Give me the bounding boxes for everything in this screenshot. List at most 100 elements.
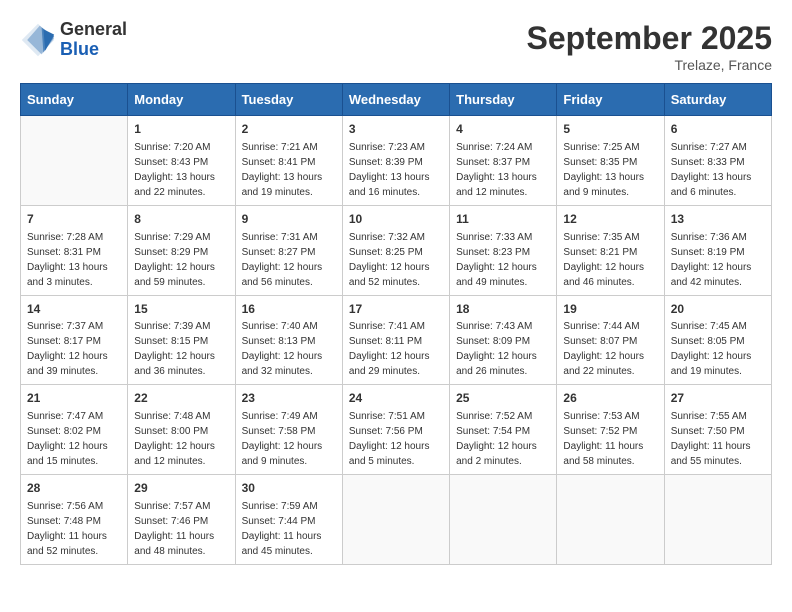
day-info: Sunrise: 7:31 AMSunset: 8:27 PMDaylight:… (242, 230, 336, 290)
calendar-cell: 29 Sunrise: 7:57 AMSunset: 7:46 PMDayligh… (128, 475, 235, 565)
calendar-cell: 10Sunrise: 7:32 AMSunset: 8:25 PMDayligh… (342, 205, 449, 295)
day-number: 21 (27, 390, 121, 407)
calendar-cell: 7 Sunrise: 7:28 AMSunset: 8:31 PMDaylight… (21, 205, 128, 295)
day-number: 3 (349, 121, 443, 138)
calendar-cell: 30 Sunrise: 7:59 AMSunset: 7:44 PMDayligh… (235, 475, 342, 565)
day-header-monday: Monday (128, 84, 235, 116)
calendar-cell: 12 Sunrise: 7:35 AMSunset: 8:21 PMDayligh… (557, 205, 664, 295)
day-number: 25 (456, 390, 550, 407)
calendar-cell: 11 Sunrise: 7:33 AMSunset: 8:23 PMDayligh… (450, 205, 557, 295)
day-number: 23 (242, 390, 336, 407)
calendar-cell: 27 Sunrise: 7:55 AMSunset: 7:50 PMDayligh… (664, 385, 771, 475)
calendar-header-row: SundayMondayTuesdayWednesdayThursdayFrid… (21, 84, 772, 116)
day-info: Sunrise: 7:44 AMSunset: 8:07 PMDaylight:… (563, 319, 657, 379)
day-number: 22 (134, 390, 228, 407)
day-header-thursday: Thursday (450, 84, 557, 116)
day-header-sunday: Sunday (21, 84, 128, 116)
day-info: Sunrise: 7:35 AMSunset: 8:21 PMDaylight:… (563, 230, 657, 290)
calendar-cell: 26 Sunrise: 7:53 AMSunset: 7:52 PMDayligh… (557, 385, 664, 475)
day-info: Sunrise: 7:49 AMSunset: 7:58 PMDaylight:… (242, 409, 336, 469)
day-number: 20 (671, 301, 765, 318)
day-number: 14 (27, 301, 121, 318)
day-header-tuesday: Tuesday (235, 84, 342, 116)
day-number: 15 (134, 301, 228, 318)
location-text: Trelaze, France (527, 57, 772, 73)
day-number: 17 (349, 301, 443, 318)
calendar-cell: 3 Sunrise: 7:23 AMSunset: 8:39 PMDaylight… (342, 116, 449, 206)
logo-icon (20, 22, 56, 58)
day-number: 28 (27, 480, 121, 497)
day-info: Sunrise: 7:52 AMSunset: 7:54 PMDaylight:… (456, 409, 550, 469)
page-header: General Blue September 2025 Trelaze, Fra… (20, 20, 772, 73)
calendar-cell: 4 Sunrise: 7:24 AMSunset: 8:37 PMDaylight… (450, 116, 557, 206)
day-info: Sunrise: 7:20 AMSunset: 8:43 PMDaylight:… (134, 140, 228, 200)
day-number: 10 (349, 211, 443, 228)
calendar-cell: 25 Sunrise: 7:52 AMSunset: 7:54 PMDayligh… (450, 385, 557, 475)
calendar-cell: 6 Sunrise: 7:27 AMSunset: 8:33 PMDaylight… (664, 116, 771, 206)
day-number: 27 (671, 390, 765, 407)
calendar-cell: 28 Sunrise: 7:56 AMSunset: 7:48 PMDayligh… (21, 475, 128, 565)
calendar-cell: 20Sunrise: 7:45 AMSunset: 8:05 PMDayligh… (664, 295, 771, 385)
logo-general-text: General (60, 20, 127, 40)
day-info: Sunrise: 7:56 AMSunset: 7:48 PMDaylight:… (27, 499, 121, 559)
day-info: Sunrise: 7:48 AMSunset: 8:00 PMDaylight:… (134, 409, 228, 469)
logo: General Blue (20, 20, 127, 60)
calendar-cell: 14Sunrise: 7:37 AMSunset: 8:17 PMDayligh… (21, 295, 128, 385)
day-number: 8 (134, 211, 228, 228)
calendar-cell: 18Sunrise: 7:43 AMSunset: 8:09 PMDayligh… (450, 295, 557, 385)
day-info: Sunrise: 7:55 AMSunset: 7:50 PMDaylight:… (671, 409, 765, 469)
day-info: Sunrise: 7:36 AMSunset: 8:19 PMDaylight:… (671, 230, 765, 290)
day-info: Sunrise: 7:29 AMSunset: 8:29 PMDaylight:… (134, 230, 228, 290)
calendar-cell: 13 Sunrise: 7:36 AMSunset: 8:19 PMDayligh… (664, 205, 771, 295)
day-info: Sunrise: 7:27 AMSunset: 8:33 PMDaylight:… (671, 140, 765, 200)
day-info: Sunrise: 7:24 AMSunset: 8:37 PMDaylight:… (456, 140, 550, 200)
day-number: 29 (134, 480, 228, 497)
calendar-cell: 8 Sunrise: 7:29 AMSunset: 8:29 PMDaylight… (128, 205, 235, 295)
day-info: Sunrise: 7:41 AMSunset: 8:11 PMDaylight:… (349, 319, 443, 379)
calendar-cell: 24 Sunrise: 7:51 AMSunset: 7:56 PMDayligh… (342, 385, 449, 475)
day-header-friday: Friday (557, 84, 664, 116)
day-info: Sunrise: 7:37 AMSunset: 8:17 PMDaylight:… (27, 319, 121, 379)
day-number: 11 (456, 211, 550, 228)
calendar-cell: 15Sunrise: 7:39 AMSunset: 8:15 PMDayligh… (128, 295, 235, 385)
day-info: Sunrise: 7:47 AMSunset: 8:02 PMDaylight:… (27, 409, 121, 469)
logo-text: General Blue (60, 20, 127, 60)
day-info: Sunrise: 7:33 AMSunset: 8:23 PMDaylight:… (456, 230, 550, 290)
day-info: Sunrise: 7:28 AMSunset: 8:31 PMDaylight:… (27, 230, 121, 290)
day-number: 5 (563, 121, 657, 138)
day-number: 6 (671, 121, 765, 138)
day-info: Sunrise: 7:53 AMSunset: 7:52 PMDaylight:… (563, 409, 657, 469)
day-number: 1 (134, 121, 228, 138)
calendar-cell (342, 475, 449, 565)
day-number: 26 (563, 390, 657, 407)
day-header-saturday: Saturday (664, 84, 771, 116)
day-number: 30 (242, 480, 336, 497)
day-number: 7 (27, 211, 121, 228)
calendar-cell: 16Sunrise: 7:40 AMSunset: 8:13 PMDayligh… (235, 295, 342, 385)
day-info: Sunrise: 7:43 AMSunset: 8:09 PMDaylight:… (456, 319, 550, 379)
day-number: 4 (456, 121, 550, 138)
calendar-cell: 21 Sunrise: 7:47 AMSunset: 8:02 PMDayligh… (21, 385, 128, 475)
day-info: Sunrise: 7:51 AMSunset: 7:56 PMDaylight:… (349, 409, 443, 469)
day-info: Sunrise: 7:59 AMSunset: 7:44 PMDaylight:… (242, 499, 336, 559)
calendar-cell: 23 Sunrise: 7:49 AMSunset: 7:58 PMDayligh… (235, 385, 342, 475)
day-info: Sunrise: 7:40 AMSunset: 8:13 PMDaylight:… (242, 319, 336, 379)
day-number: 12 (563, 211, 657, 228)
calendar-cell: 17Sunrise: 7:41 AMSunset: 8:11 PMDayligh… (342, 295, 449, 385)
calendar-week-row: 28 Sunrise: 7:56 AMSunset: 7:48 PMDayligh… (21, 475, 772, 565)
calendar-cell (664, 475, 771, 565)
day-number: 24 (349, 390, 443, 407)
calendar-week-row: 14Sunrise: 7:37 AMSunset: 8:17 PMDayligh… (21, 295, 772, 385)
calendar-week-row: 21 Sunrise: 7:47 AMSunset: 8:02 PMDayligh… (21, 385, 772, 475)
day-info: Sunrise: 7:23 AMSunset: 8:39 PMDaylight:… (349, 140, 443, 200)
day-number: 13 (671, 211, 765, 228)
day-info: Sunrise: 7:25 AMSunset: 8:35 PMDaylight:… (563, 140, 657, 200)
calendar-cell (450, 475, 557, 565)
calendar-table: SundayMondayTuesdayWednesdayThursdayFrid… (20, 83, 772, 565)
calendar-cell: 19Sunrise: 7:44 AMSunset: 8:07 PMDayligh… (557, 295, 664, 385)
day-number: 9 (242, 211, 336, 228)
title-block: September 2025 Trelaze, France (527, 20, 772, 73)
day-number: 18 (456, 301, 550, 318)
day-info: Sunrise: 7:45 AMSunset: 8:05 PMDaylight:… (671, 319, 765, 379)
day-info: Sunrise: 7:57 AMSunset: 7:46 PMDaylight:… (134, 499, 228, 559)
